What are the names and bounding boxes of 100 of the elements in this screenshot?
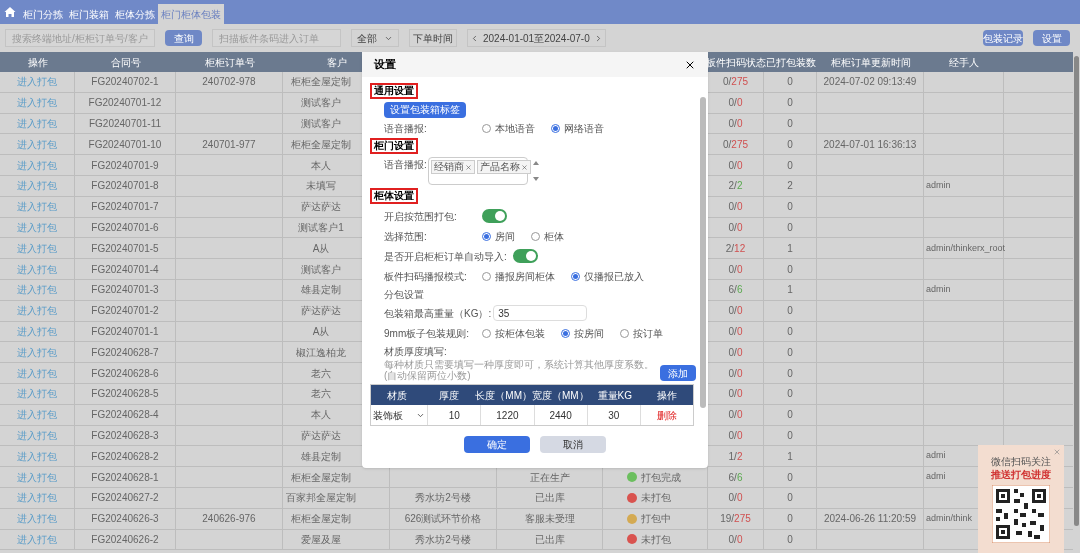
enter-packing-link[interactable]: 进入打包 — [17, 261, 57, 277]
radio-label: 本地语音 — [495, 121, 535, 136]
confirm-button[interactable]: 确定 — [464, 436, 530, 453]
radio-label: 仅播报已放入 — [584, 269, 644, 284]
enter-packing-link[interactable]: 进入打包 — [17, 282, 57, 298]
field-label: 是否开启柜柜订单自动导入: — [384, 249, 508, 264]
table-cell-text: FG20240628-3 — [91, 428, 159, 443]
table-cell-text: 0 — [787, 262, 793, 277]
table-cell-text: 1/2 — [728, 449, 743, 464]
table-cell-text: 2 — [787, 179, 793, 194]
enter-packing-link[interactable]: 进入打包 — [17, 365, 57, 381]
table-cell-text: FG20240628-6 — [91, 366, 159, 381]
tag-chip[interactable]: 经销商 — [431, 160, 475, 174]
table-cell-text: 未填写 — [306, 179, 336, 194]
add-button[interactable]: 添加 — [660, 365, 696, 381]
remove-icon[interactable] — [465, 163, 472, 171]
table-cell-text: 2440 — [549, 408, 572, 423]
enter-packing-link[interactable]: 进入打包 — [17, 531, 57, 547]
weight-input[interactable]: 35 — [493, 305, 588, 321]
table-cell-text: 已出库 — [534, 532, 565, 547]
enter-packing-link[interactable]: 进入打包 — [17, 490, 57, 506]
table-cell-text: 0 — [787, 366, 793, 381]
table-cell-text: 柜柜全屋定制 — [291, 137, 351, 152]
enter-packing-link[interactable]: 进入打包 — [17, 157, 57, 173]
remove-icon[interactable] — [521, 163, 528, 171]
nav-tab[interactable]: 柜体分拣 — [112, 4, 158, 24]
table-cell-text: 百家邦全屋定制 — [286, 491, 356, 506]
table-cell-text: 0 — [787, 96, 793, 111]
enter-packing-link[interactable]: 进入打包 — [17, 386, 57, 402]
home-icon[interactable] — [4, 6, 16, 18]
page-scrollbar[interactable] — [1074, 56, 1079, 526]
table-cell-text: FG20240628-4 — [91, 408, 159, 423]
query-button[interactable]: 查询 — [165, 30, 202, 46]
table-cell: admin — [926, 283, 951, 297]
table-cell-text: FG20240701-5 — [91, 241, 159, 256]
material-select[interactable]: 装饰板 — [373, 407, 426, 423]
table-cell-text: 6/6 — [728, 470, 743, 485]
time-select[interactable]: 下单时间 — [409, 29, 457, 47]
table-cell-text: FG20240701-7 — [91, 200, 159, 215]
cancel-button[interactable]: 取消 — [540, 436, 606, 453]
table-cell-text: 626测试环节价格 — [404, 512, 482, 527]
table-cell-text: FG20240626-3 — [91, 512, 159, 527]
enter-packing-link[interactable]: 进入打包 — [17, 95, 57, 111]
toggle-switch[interactable] — [512, 249, 538, 263]
nav-tab[interactable]: 柜门装箱 — [66, 4, 112, 24]
delete-link[interactable]: 删除 — [656, 407, 677, 423]
column-header: 合同号 — [110, 55, 141, 70]
packing-record-button[interactable]: 包装记录 — [983, 30, 1023, 46]
table-cell-text: 柜柜全屋定制 — [291, 512, 351, 527]
enter-packing-link[interactable]: 进入打包 — [17, 344, 57, 360]
table-cell-text: 0/0 — [728, 220, 743, 235]
enter-packing-link[interactable]: 进入打包 — [17, 74, 57, 90]
table-cell-text: FG20240628-1 — [91, 470, 159, 485]
enter-packing-link[interactable]: 进入打包 — [17, 240, 57, 256]
table-cell-text: 1220 — [496, 408, 519, 423]
table-cell-text: 0/0 — [728, 387, 743, 402]
enter-packing-link[interactable]: 进入打包 — [17, 303, 57, 319]
table-cell-text: 0 — [787, 75, 793, 90]
enter-packing-link[interactable]: 进入打包 — [17, 407, 57, 423]
tag-chip[interactable]: 产品名称 — [477, 160, 531, 174]
table-cell-text: FG20240701-6 — [91, 220, 159, 235]
enter-packing-link[interactable]: 进入打包 — [17, 323, 57, 339]
table-cell-text: 本人 — [311, 408, 331, 423]
column-header: 重量KG — [596, 388, 633, 403]
table-cell-text: 0 — [787, 470, 793, 485]
table-cell: admi — [926, 449, 946, 463]
enter-packing-link[interactable]: 进入打包 — [17, 469, 57, 485]
enter-packing-link[interactable]: 进入打包 — [17, 219, 57, 235]
enter-packing-link[interactable]: 进入打包 — [17, 199, 57, 215]
dialog-title: 设置 — [374, 57, 396, 73]
nav-tab[interactable]: 柜门分拣 — [20, 4, 66, 24]
enter-packing-link[interactable]: 进入打包 — [17, 116, 57, 131]
table-cell-text: FG20240628-5 — [91, 387, 159, 402]
table-cell-text: 0/0 — [728, 304, 743, 319]
radio-label: 柜体 — [544, 229, 564, 244]
toggle-switch[interactable] — [482, 209, 507, 223]
table-cell-text: 0 — [787, 324, 793, 339]
column-header: 厚度 — [438, 388, 461, 403]
set-label-button[interactable]: 设置包装箱标签 — [384, 102, 466, 118]
table-cell-text: 柜柜全屋定制 — [291, 470, 351, 485]
enter-packing-link[interactable]: 进入打包 — [17, 136, 57, 152]
table-cell-text: 0 — [787, 532, 793, 547]
settings-button[interactable]: 设置 — [1033, 30, 1070, 46]
filter-select[interactable]: 全部 — [351, 29, 399, 47]
table-cell-text: 0 — [787, 387, 793, 402]
scrollbar[interactable] — [700, 97, 706, 408]
enter-packing-link[interactable]: 进入打包 — [17, 511, 57, 527]
column-header: 柜柜订单号 — [204, 55, 255, 70]
table-cell-text: 0/0 — [728, 158, 743, 173]
date-range-field[interactable]: 2024-01-01至2024-07-0 — [467, 29, 606, 47]
table-cell-text: FG20240628-7 — [91, 345, 159, 360]
enter-packing-link[interactable]: 进入打包 — [17, 178, 57, 194]
enter-packing-link[interactable]: 进入打包 — [17, 427, 57, 443]
table-cell-text: FG20240628-2 — [91, 449, 159, 464]
table-cell-text: 老六 — [311, 387, 331, 402]
previous-icon[interactable] — [470, 33, 479, 43]
table-cell-text: FG20240701-1 — [91, 324, 159, 339]
enter-packing-link[interactable]: 进入打包 — [17, 448, 57, 464]
nav-tab[interactable]: 柜门柜体包装 — [158, 4, 224, 24]
table-cell-text: FG20240626-2 — [91, 532, 159, 547]
